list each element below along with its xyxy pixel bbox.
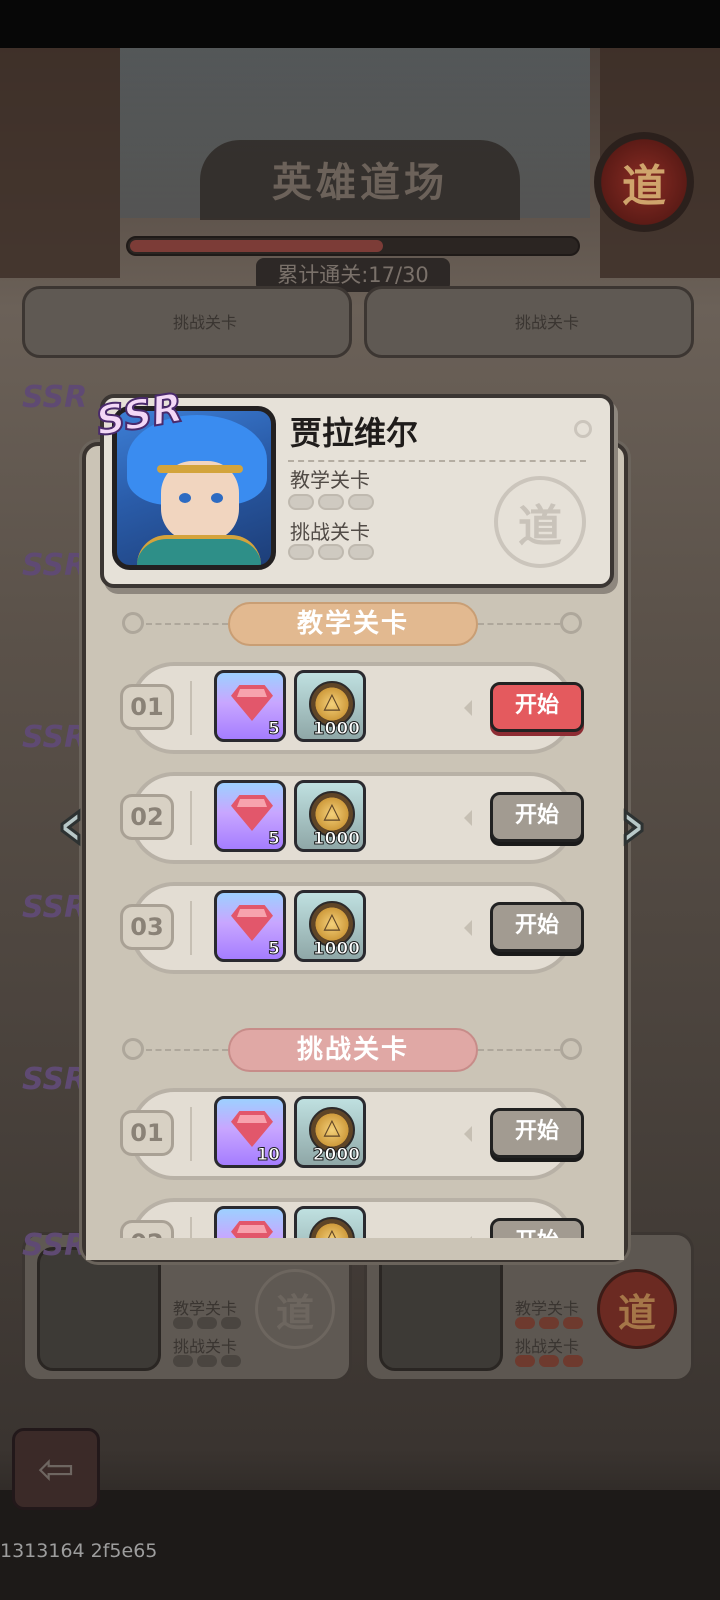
gem-shine bbox=[237, 1225, 267, 1233]
back-button[interactable]: ⇦ bbox=[12, 1428, 100, 1510]
gem-reward[interactable] bbox=[214, 1206, 286, 1238]
bg-card-challenge-label: 挑战关卡 bbox=[515, 1337, 580, 1356]
coin-reward[interactable]: △ bbox=[294, 1206, 366, 1238]
bg-card-teach-label: 教学关卡 bbox=[515, 1299, 580, 1318]
chevron-right-icon[interactable]: › bbox=[606, 776, 660, 872]
bg-hero-avatar bbox=[37, 1247, 161, 1371]
bg-card-teach-pips bbox=[515, 1317, 583, 1329]
coin-emblem: △ bbox=[323, 1225, 341, 1238]
row-divider bbox=[190, 1217, 192, 1238]
dojo-seal-icon: 道 bbox=[255, 1269, 335, 1349]
stage-row-group: 02 △ 开始 bbox=[0, 0, 720, 1238]
back-arrow-icon: ⇦ bbox=[37, 1443, 75, 1495]
bg-card-teach-label: 教学关卡 bbox=[173, 1299, 238, 1318]
bg-card-challenge-pips bbox=[173, 1355, 241, 1367]
chevron-left-icon[interactable]: ‹ bbox=[44, 776, 98, 872]
start-button[interactable]: 开始 bbox=[490, 1218, 584, 1238]
stage-number: 02 bbox=[120, 1220, 174, 1238]
bg-card-challenge-pips bbox=[515, 1355, 583, 1367]
dojo-seal-icon: 道 bbox=[597, 1269, 677, 1349]
bg-hero-avatar bbox=[379, 1247, 503, 1371]
bg-card-challenge-label: 挑战关卡 bbox=[173, 1337, 238, 1356]
dialog-bottom-edge bbox=[86, 1238, 624, 1260]
bg-card-teach-pips bbox=[173, 1317, 241, 1329]
footer-code: 1313164 2f5e65 bbox=[0, 1540, 158, 1562]
